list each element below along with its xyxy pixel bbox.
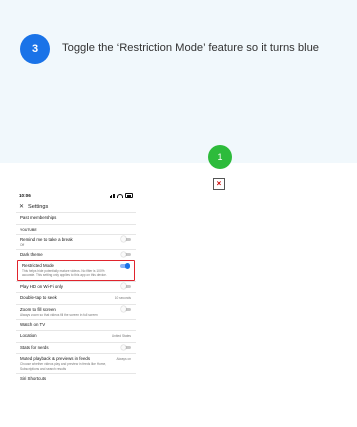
siri-shortcuts-label: Siri Shortcuts: [20, 375, 47, 381]
muted-playback-value: Always on: [116, 357, 131, 362]
status-bar: 10:06: [16, 190, 136, 201]
phone-screen: 10:06 ✕ Settings Past memberships YOUTUB…: [16, 190, 136, 427]
restricted-mode-toggle[interactable]: [120, 263, 130, 268]
watch-tv-item[interactable]: Watch on TV: [16, 318, 136, 331]
section-youtube: YOUTUBE: [16, 223, 136, 234]
zoom-fill-sub: Always zoom so that videos fill the scre…: [20, 312, 98, 317]
muted-playback-sub: Choose whether videos play and preview i…: [20, 362, 107, 371]
remind-break-item[interactable]: Remind me to take a break Off: [16, 233, 136, 249]
dark-theme-label: Dark theme: [20, 251, 43, 257]
settings-header: ✕ Settings: [16, 201, 136, 212]
double-tap-value: 10 seconds: [114, 296, 131, 301]
dark-theme-toggle[interactable]: [120, 251, 131, 257]
dark-theme-item[interactable]: Dark theme: [16, 248, 136, 261]
close-icon[interactable]: ×: [213, 178, 225, 190]
past-memberships-item[interactable]: Past memberships: [16, 212, 136, 224]
siri-shortcuts-item[interactable]: Siri Shortcuts: [16, 372, 136, 385]
wifi-icon: [117, 193, 123, 198]
play-hd-toggle[interactable]: [120, 283, 131, 289]
signal-icon: [109, 193, 115, 198]
location-item[interactable]: Location United States: [16, 330, 136, 342]
stats-nerds-item[interactable]: Stats for nerds: [16, 341, 136, 354]
status-icons: [109, 193, 133, 198]
zoom-fill-item[interactable]: Zoom to fill screen Always zoom so that …: [16, 303, 136, 319]
play-hd-item[interactable]: Play HD on Wi-Fi only: [16, 280, 136, 293]
instruction-text: Toggle the ‘Restriction Mode’ feature so…: [62, 42, 320, 54]
step-number-badge: 3: [20, 34, 50, 64]
hint-number-badge[interactable]: 1: [208, 145, 232, 169]
remind-break-sub: Off: [20, 242, 25, 247]
battery-icon: [125, 193, 133, 198]
play-hd-label: Play HD on Wi-Fi only: [20, 283, 63, 289]
page-title: Settings: [28, 203, 49, 210]
past-memberships-label: Past memberships: [20, 215, 57, 220]
watch-tv-label: Watch on TV: [20, 321, 46, 327]
stats-nerds-label: Stats for nerds: [20, 344, 49, 350]
close-settings-icon[interactable]: ✕: [19, 203, 24, 210]
stats-nerds-toggle[interactable]: [120, 344, 131, 350]
double-tap-item[interactable]: Double-tap to seek 10 seconds: [16, 292, 136, 304]
tutorial-banner: [0, 0, 357, 163]
zoom-fill-toggle[interactable]: [120, 306, 131, 312]
status-time: 10:06: [19, 193, 31, 198]
restricted-mode-sub: This helps hide potentially mature video…: [22, 269, 107, 278]
restricted-mode-item[interactable]: Restricted Mode This helps hide potentia…: [17, 260, 135, 281]
location-value: United States: [111, 334, 131, 339]
muted-playback-item[interactable]: Muted playback & previews in feeds Alway…: [16, 353, 136, 372]
remind-break-toggle[interactable]: [120, 236, 131, 242]
